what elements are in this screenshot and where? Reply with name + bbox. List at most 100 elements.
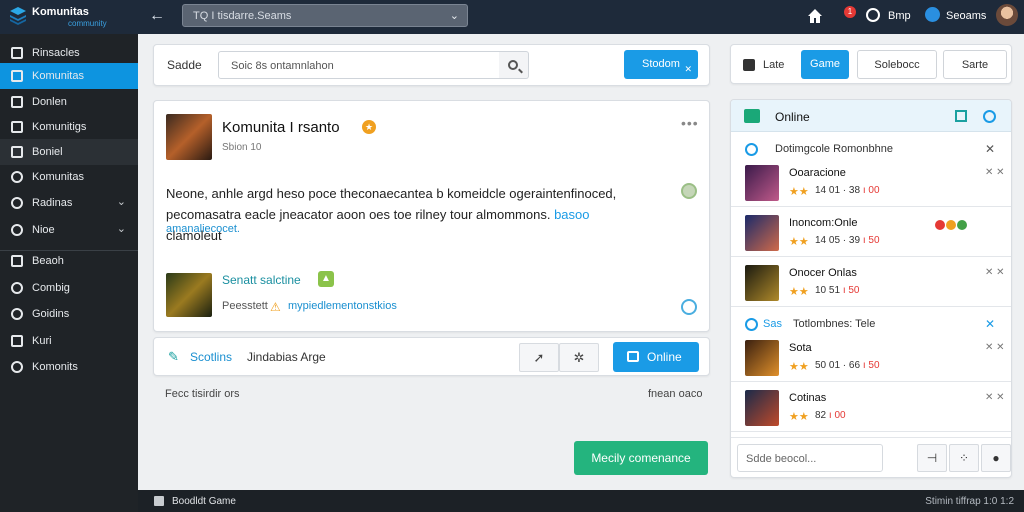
online-button[interactable]: Online [613, 342, 699, 372]
chevron-down-icon[interactable]: ⌄ [450, 9, 459, 22]
warning-icon: ⚠ [270, 300, 281, 314]
more-options-icon[interactable]: ✕ ✕ [985, 342, 1005, 353]
sidebar-item-3[interactable]: Komunitigs [0, 114, 138, 140]
rating-stars: ★★ [789, 411, 809, 423]
game-name: Sota [789, 342, 812, 354]
chevron-down-icon[interactable]: ⌄ [117, 195, 126, 208]
game-thumbnail[interactable] [166, 273, 212, 317]
tab-sarte[interactable]: Sarte [943, 50, 1007, 79]
online-panel-header: Online [731, 100, 1011, 132]
post-tag-link[interactable]: amanaliecocet. [166, 223, 240, 235]
green-action-button[interactable]: Mecily comenance [574, 441, 708, 475]
post-body-line2: pecomasatra eacle jneacator aoon oes toe… [166, 207, 551, 222]
sidebar-item-6[interactable]: Radinas ⌄ [0, 190, 138, 216]
game-meta-red: ı 50 [862, 360, 880, 371]
game-title[interactable]: Senatt salctine [222, 273, 301, 287]
home-icon[interactable] [806, 7, 824, 25]
refresh-icon[interactable] [983, 110, 996, 123]
sidebar-item-label: Rinsacles [32, 47, 80, 59]
post-subtitle: Sbion 10 [222, 142, 262, 153]
sidebar-item-8[interactable]: Beaoh [0, 248, 138, 274]
top-app-label[interactable]: Bmp [888, 10, 911, 22]
top-search-field[interactable]: TQ I tisdarre.Seams ⌄ [182, 4, 468, 27]
close-icon[interactable]: ✕ [985, 142, 995, 156]
game-name: Onocer Onlas [789, 267, 857, 279]
sidebar-item-1[interactable]: Komunitas [0, 63, 138, 89]
avatar[interactable] [996, 4, 1018, 26]
tab-game[interactable]: Game [801, 50, 849, 79]
share-icon[interactable] [681, 299, 697, 315]
status-bar: Boodldt Game Stimin tiffrap 1:0 1:2 [138, 490, 1024, 512]
game-meta: 10 51 ı 50 [815, 285, 860, 296]
right-tabs-card: Late Game Solebocc Sarte [730, 44, 1012, 84]
send-button[interactable]: ● [981, 444, 1011, 472]
post-card: Komunita I rsanto ★ Sbion 10 ••• Neone, … [153, 100, 710, 332]
game-meta-red: ı 50 [862, 235, 880, 246]
sidebar-item-2[interactable]: Donlen [0, 89, 138, 115]
post-title[interactable]: Komunita I rsanto [222, 119, 340, 136]
sidebar-item-11[interactable]: Kuri [0, 328, 138, 354]
list-item[interactable]: Inoncom:Onle ★★ 14 05 · 39 ı 50 [731, 207, 1011, 257]
more-options-icon[interactable]: ✕ ✕ [985, 392, 1005, 403]
more-options-icon[interactable]: ✕ ✕ [985, 167, 1005, 178]
sidebar-item-12[interactable]: Komonits [0, 354, 138, 380]
sidebar-item-label: Komunitigs [32, 121, 87, 133]
send-button[interactable]: ➚ [519, 343, 559, 372]
user-icon[interactable] [925, 7, 940, 22]
filter-search-input[interactable]: Soic 8s ontamnlahon [218, 51, 500, 79]
upvote-icon[interactable]: ▲ [318, 271, 334, 287]
square-icon [11, 335, 23, 347]
section-icon [745, 143, 758, 156]
sidebar-item-9[interactable]: Combig [0, 275, 138, 301]
sidebar-item-label: Komunitas [32, 171, 84, 183]
attach-button[interactable]: ⊣ [917, 444, 947, 472]
chevron-down-icon[interactable]: ⌄ [117, 222, 126, 235]
tab-late[interactable]: Late [763, 59, 784, 71]
section-title: Dotimgcole Romonbhne [775, 143, 894, 155]
game-thumbnail [745, 340, 779, 376]
sidebar-item-10[interactable]: Goidins [0, 301, 138, 327]
chat-input[interactable]: Sdde beocol... [737, 444, 883, 472]
more-options-icon[interactable]: ✕ ✕ [985, 267, 1005, 278]
game-icon [154, 496, 164, 506]
back-icon[interactable]: ← [148, 7, 166, 25]
grid-icon [743, 59, 755, 71]
game-name: Ooaracione [789, 167, 846, 179]
game-meta: 50 01 · 66 ı 50 [815, 360, 880, 371]
tab-solebocc[interactable]: Solebocc [857, 50, 937, 79]
action-label[interactable]: Scotlins [190, 350, 232, 364]
more-options-icon[interactable]: ••• [681, 115, 699, 131]
top-user-name[interactable]: Seoams [946, 10, 986, 22]
filter-primary-button[interactable]: Stodom ✕ [624, 50, 698, 79]
sidebar-item-7[interactable]: Nioe ⌄ [0, 217, 138, 243]
pin-icon: ✎ [168, 349, 179, 364]
game-link[interactable]: mypiedlementonstkios [288, 300, 397, 312]
game-meta-value: 14 01 [815, 185, 841, 196]
app-logo[interactable]: Komunitas community [8, 5, 107, 29]
list-item[interactable]: Sota ★★ 50 01 · 66 ı 50 ✕ ✕ [731, 332, 1011, 382]
home-icon [11, 171, 23, 183]
check-icon[interactable] [681, 183, 697, 199]
game-meta-value2: 39 [848, 235, 861, 246]
emoji-button[interactable]: ⁘ [949, 444, 979, 472]
post-body-link[interactable]: basoo [554, 207, 589, 222]
search-button[interactable] [499, 51, 529, 79]
game-meta-red: ı 00 [828, 410, 846, 421]
sidebar-item-4[interactable]: Boniel [0, 139, 138, 165]
post-author-avatar[interactable] [166, 114, 212, 160]
rating-stars: ★★ [789, 186, 809, 198]
sidebar-item-label: Boniel [32, 146, 63, 158]
expand-icon[interactable] [955, 110, 967, 122]
notification-badge[interactable]: 1 [844, 6, 856, 18]
settings-button[interactable]: ✲ [559, 343, 599, 372]
close-icon[interactable]: ✕ [985, 317, 995, 331]
game-meta-value: 50 01 [815, 360, 841, 371]
logo-text: Komunitas [32, 6, 89, 18]
game-meta-value2: 38 [848, 185, 861, 196]
globe-icon[interactable] [866, 8, 880, 22]
game-meta-red: ı 00 [862, 185, 880, 196]
sidebar-item-5[interactable]: Komunitas [0, 164, 138, 190]
list-item[interactable]: Ooaracione ★★ 14 01 · 38 ı 00 ✕ ✕ [731, 157, 1011, 207]
list-item[interactable]: Onocer Onlas ★★ 10 51 ı 50 ✕ ✕ [731, 257, 1011, 307]
list-item[interactable]: Cotinas ★★ 82 ı 00 ✕ ✕ [731, 382, 1011, 432]
